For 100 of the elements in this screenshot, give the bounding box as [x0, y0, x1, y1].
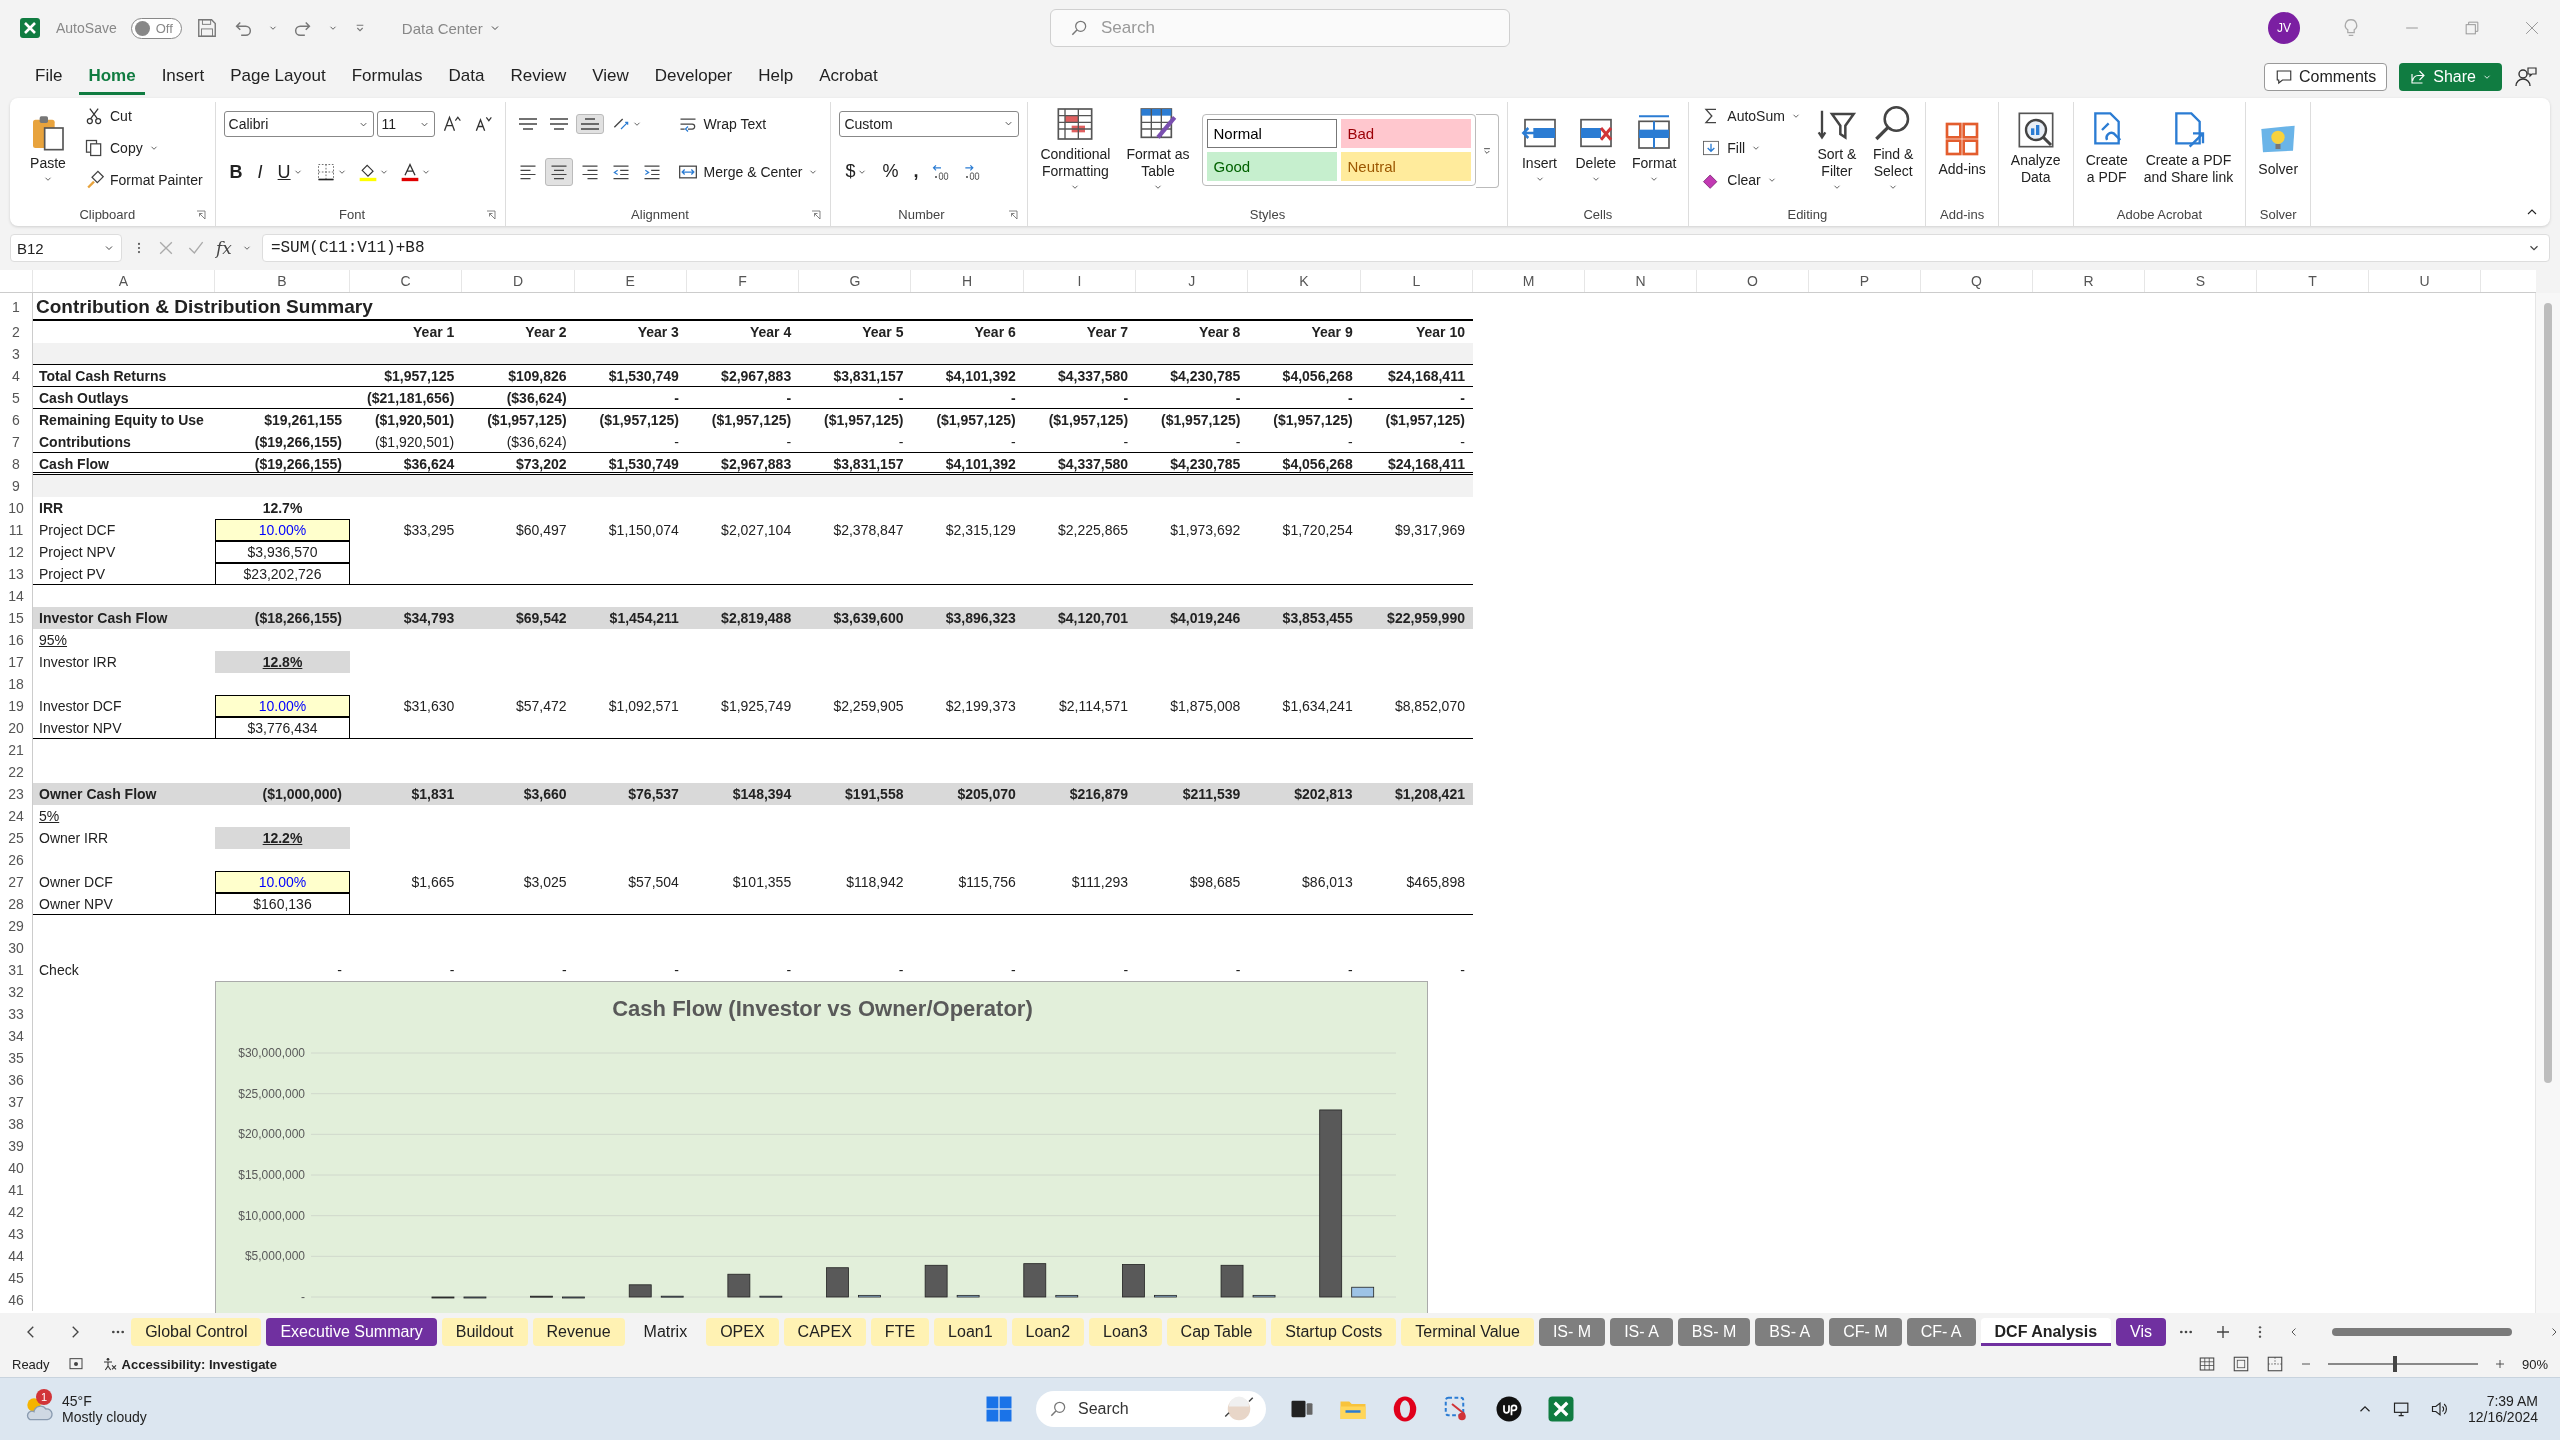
column-header[interactable]: T	[2256, 270, 2369, 292]
sheet-tab[interactable]: Loan2	[1011, 1318, 1085, 1346]
sheet-tab[interactable]: Loan1	[934, 1318, 1007, 1346]
menu-tab[interactable]: Acrobat	[810, 59, 887, 95]
column-header[interactable]: F	[686, 270, 800, 292]
column-header[interactable]: E	[574, 270, 687, 292]
column-header[interactable]: U	[2368, 270, 2481, 292]
sheet-tab[interactable]: Matrix	[629, 1318, 702, 1346]
solver-button[interactable]: Solver	[2254, 116, 2303, 180]
sheet-tab[interactable]: FTE	[870, 1318, 930, 1346]
sheet-tab[interactable]: Loan3	[1089, 1318, 1162, 1346]
percent-button[interactable]: %	[876, 159, 905, 184]
autosum-button[interactable]: AutoSum	[1697, 104, 1805, 128]
clear-button[interactable]: Clear	[1697, 168, 1781, 192]
autosave-toggle[interactable]: Off	[130, 17, 182, 39]
column-header[interactable]: I	[1023, 270, 1137, 292]
plus-icon[interactable]	[2493, 1358, 2506, 1370]
sheet-tab[interactable]: IS- M	[1538, 1318, 1606, 1346]
menu-tab[interactable]: Insert	[152, 59, 214, 95]
menu-tab[interactable]: Help	[749, 59, 803, 95]
cell-style-option[interactable]: Normal	[1206, 119, 1337, 148]
wrap-text-button[interactable]: Wrap Text	[673, 112, 771, 136]
dialog-launcher-icon[interactable]	[194, 209, 207, 221]
page-break-icon[interactable]	[2265, 1355, 2284, 1373]
menu-tab[interactable]: View	[583, 59, 638, 95]
menu-tab[interactable]: Developer	[645, 59, 742, 95]
start-icon[interactable]	[984, 1394, 1014, 1424]
save-icon[interactable]	[195, 17, 218, 39]
column-header[interactable]: M	[1472, 270, 1585, 292]
menu-tab[interactable]: Review	[501, 59, 576, 95]
speaker-icon[interactable]	[2429, 1399, 2450, 1419]
scrollbar-thumb[interactable]	[2332, 1328, 2512, 1336]
column-header[interactable]: J	[1136, 270, 1249, 292]
macro-icon[interactable]	[67, 1356, 84, 1372]
cell-style-option[interactable]: Bad	[1340, 119, 1471, 148]
analyze-data-button[interactable]: Analyze Data	[2006, 108, 2065, 188]
size-dropdown[interactable]: 11	[376, 111, 435, 137]
share-button[interactable]: Share	[2399, 63, 2502, 91]
sheet-tab[interactable]: DCF Analysis	[1980, 1318, 2112, 1346]
sheet-tab[interactable]: BS- A	[1755, 1318, 1825, 1346]
zoom-level[interactable]: 90%	[2521, 1356, 2548, 1372]
user-avatar[interactable]: JV	[2268, 12, 2300, 44]
sheet-tab[interactable]: CF- M	[1829, 1318, 1902, 1346]
sheet-tab[interactable]: CAPEX	[783, 1318, 866, 1346]
column-header[interactable]: L	[1360, 270, 1473, 292]
insert-button[interactable]: Insert	[1515, 110, 1564, 186]
column-header[interactable]: S	[2144, 270, 2257, 292]
column-header[interactable]: H	[911, 270, 1024, 292]
italic-button[interactable]: I	[251, 159, 269, 185]
underline-button[interactable]: U	[271, 159, 309, 185]
clock[interactable]: 7:39 AM 12/16/2024	[2467, 1393, 2538, 1425]
sheet-tab[interactable]: CF- A	[1906, 1318, 1976, 1346]
column-header[interactable]: K	[1248, 270, 1361, 292]
sheet-tab[interactable]: IS- A	[1610, 1318, 1673, 1346]
sheet-tab[interactable]: Vis	[2116, 1318, 2166, 1346]
format-dropdown[interactable]: Custom	[839, 110, 1020, 137]
menu-tab[interactable]: File	[26, 59, 72, 95]
insert-function-button[interactable]: fx	[216, 238, 232, 258]
sheet-tab[interactable]: OPEX	[706, 1318, 779, 1346]
format-as-table-button[interactable]: Format as Table	[1122, 102, 1194, 194]
conditional-formatting-button[interactable]: Conditional Formatting	[1036, 102, 1115, 194]
menu-tab[interactable]: Page Layout	[221, 59, 335, 95]
cell-style-option[interactable]: Neutral	[1340, 152, 1471, 181]
format-button[interactable]: Format	[1627, 110, 1681, 186]
delete-button[interactable]: Delete	[1571, 110, 1620, 186]
sheet-tab[interactable]: Global Control	[131, 1318, 262, 1346]
sheet-tab[interactable]: Startup Costs	[1271, 1318, 1397, 1346]
create-pdf-button[interactable]: Create a PDF	[2081, 108, 2132, 188]
bold-button[interactable]: B	[223, 159, 249, 185]
format-painter-button[interactable]: Format Painter	[80, 168, 207, 192]
column-header[interactable]: D	[462, 270, 575, 292]
menu-tab[interactable]: Formulas	[342, 59, 432, 95]
column-header[interactable]: O	[1696, 270, 1809, 292]
fill-button[interactable]: Fill	[1697, 136, 1766, 160]
sheet-tab[interactable]: Buildout	[441, 1318, 528, 1346]
app-icon[interactable]	[1494, 1394, 1524, 1424]
column-header[interactable]: P	[1808, 270, 1921, 292]
find-select-button[interactable]: Find & Select	[1868, 102, 1918, 194]
accessibility-button[interactable]: Accessibility: Investigate	[101, 1356, 277, 1372]
dialog-launcher-icon[interactable]	[1007, 209, 1020, 221]
cell-style-option[interactable]: Good	[1206, 152, 1337, 181]
sheet-tab[interactable]: Terminal Value	[1401, 1318, 1534, 1346]
comments-button[interactable]: Comments	[2263, 63, 2388, 91]
plus-icon[interactable]	[2214, 1323, 2232, 1341]
sheet-tab[interactable]: Executive Summary	[266, 1318, 437, 1346]
comma-button[interactable]: ,	[907, 159, 925, 184]
column-header[interactable]: Q	[1920, 270, 2033, 292]
sheet-tab[interactable]: BS- M	[1677, 1318, 1751, 1346]
column-header[interactable]: A	[33, 270, 215, 292]
column-header[interactable]: B	[215, 270, 350, 292]
align-bottom-button[interactable]	[575, 114, 604, 134]
page-layout-icon[interactable]	[2231, 1355, 2250, 1373]
taskbar-search[interactable]: Search	[1036, 1391, 1266, 1427]
merge-center-button[interactable]: Merge & Center	[673, 160, 823, 184]
spreadsheet-logo-icon[interactable]	[1546, 1394, 1576, 1424]
column-header[interactable]: C	[350, 270, 463, 292]
scrollbar-thumb[interactable]	[2544, 303, 2552, 1083]
dialog-launcher-icon[interactable]	[810, 209, 823, 221]
menu-tab[interactable]: Home	[79, 59, 145, 95]
align-center-button[interactable]	[544, 158, 573, 186]
